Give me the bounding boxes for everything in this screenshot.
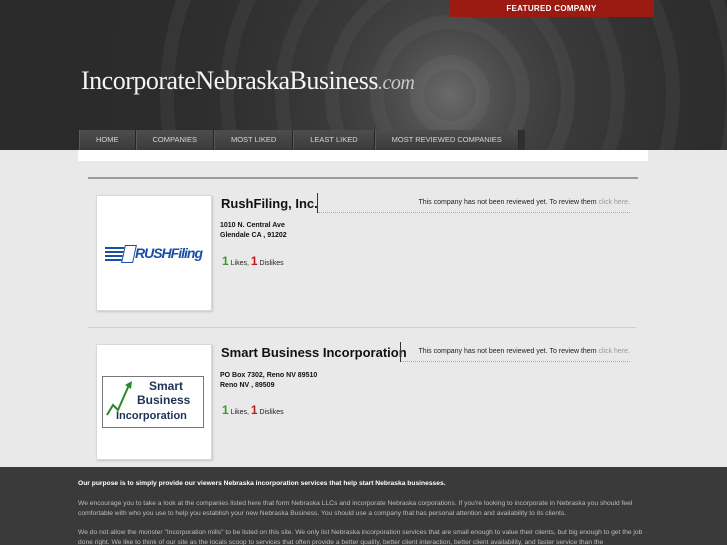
nav-least-liked[interactable]: LEAST LIKED xyxy=(293,130,375,150)
likes-dislikes: 1 Likes, 1 Dislikes xyxy=(222,403,284,417)
likes-label: Likes, xyxy=(228,260,251,267)
logo-main-text: IncorporateNebraskaBusiness xyxy=(81,66,378,95)
site-footer: Our purpose is to simply provide our vie… xyxy=(0,467,727,545)
address-line-2: Glendale CA , 91202 xyxy=(220,232,287,239)
address-line-1: PO Box 7302, Reno NV 89510 xyxy=(220,372,318,379)
nav-most-reviewed[interactable]: MOST REVIEWED COMPANIES xyxy=(374,130,519,150)
likes-label: Likes, xyxy=(228,409,251,416)
review-link[interactable]: click here. xyxy=(598,199,630,206)
title-divider xyxy=(317,193,318,213)
content-top-bar xyxy=(78,150,648,161)
nav-home[interactable]: HOME xyxy=(79,130,136,150)
dotted-divider xyxy=(318,212,630,213)
smart-logo-line1: Smart xyxy=(149,379,184,393)
footer-paragraph-2: We do not allow the monster "Incorporati… xyxy=(78,529,643,545)
site-header: FEATURED COMPANY IncorporateNebraskaBusi… xyxy=(0,0,727,150)
dislikes-label: Dislikes xyxy=(257,409,284,416)
site-logo[interactable]: IncorporateNebraskaBusiness.com xyxy=(81,66,415,96)
likes-count: 1 xyxy=(222,254,229,268)
review-link[interactable]: click here. xyxy=(598,348,630,355)
smart-logo-line3: Incorporation xyxy=(116,410,187,422)
address-line-2: Reno NV , 89509 xyxy=(220,382,275,389)
dotted-divider xyxy=(401,361,630,362)
dislikes-count: 1 xyxy=(250,403,258,417)
nav-companies[interactable]: COMPANIES xyxy=(135,130,214,150)
content-divider xyxy=(88,177,638,179)
review-notice-text: This company has not been reviewed yet. … xyxy=(418,199,599,206)
title-divider xyxy=(400,342,401,362)
featured-company-tab[interactable]: FEATURED COMPANY xyxy=(449,0,654,17)
likes-count: 1 xyxy=(222,403,229,417)
company-logo-thumb[interactable]: RUSHFiling xyxy=(96,195,212,311)
rushfiling-logo-text: RUSHFiling xyxy=(135,245,203,261)
review-notice-text: This company has not been reviewed yet. … xyxy=(418,348,599,355)
review-notice: This company has not been reviewed yet. … xyxy=(418,199,630,206)
rushfiling-logo: RUSHFiling xyxy=(105,244,205,264)
dislikes-label: Dislikes xyxy=(257,260,284,267)
main-nav: HOME COMPANIES MOST LIKED LEAST LIKED MO… xyxy=(79,130,525,150)
smart-logo-line2: Business xyxy=(137,393,191,407)
nav-end-cap xyxy=(518,130,525,150)
dislikes-count: 1 xyxy=(250,254,258,268)
nav-most-liked[interactable]: MOST LIKED xyxy=(213,130,294,150)
smart-business-logo: Smart Business Incorporation xyxy=(102,376,204,428)
company-name[interactable]: Smart Business Incorporation xyxy=(221,345,407,360)
company-separator xyxy=(88,327,636,328)
likes-dislikes: 1 Likes, 1 Dislikes xyxy=(222,254,284,268)
company-address: 1010 N. Central Ave Glendale CA , 91202 xyxy=(220,221,287,241)
footer-paragraph-1: We encourage you to take a look at the c… xyxy=(78,500,633,517)
logo-domain-text: .com xyxy=(377,72,415,94)
company-logo-thumb[interactable]: Smart Business Incorporation xyxy=(96,344,212,460)
company-card: Smart Business Incorporation Smart Busin… xyxy=(88,339,636,464)
company-address: PO Box 7302, Reno NV 89510 Reno NV , 895… xyxy=(220,371,317,391)
company-card: RUSHFiling RushFiling, Inc. This company… xyxy=(88,190,636,315)
review-notice: This company has not been reviewed yet. … xyxy=(418,348,630,355)
company-name[interactable]: RushFiling, Inc. xyxy=(221,196,318,211)
address-line-1: 1010 N. Central Ave xyxy=(220,222,285,229)
footer-purpose: Our purpose is to simply provide our vie… xyxy=(78,480,446,487)
